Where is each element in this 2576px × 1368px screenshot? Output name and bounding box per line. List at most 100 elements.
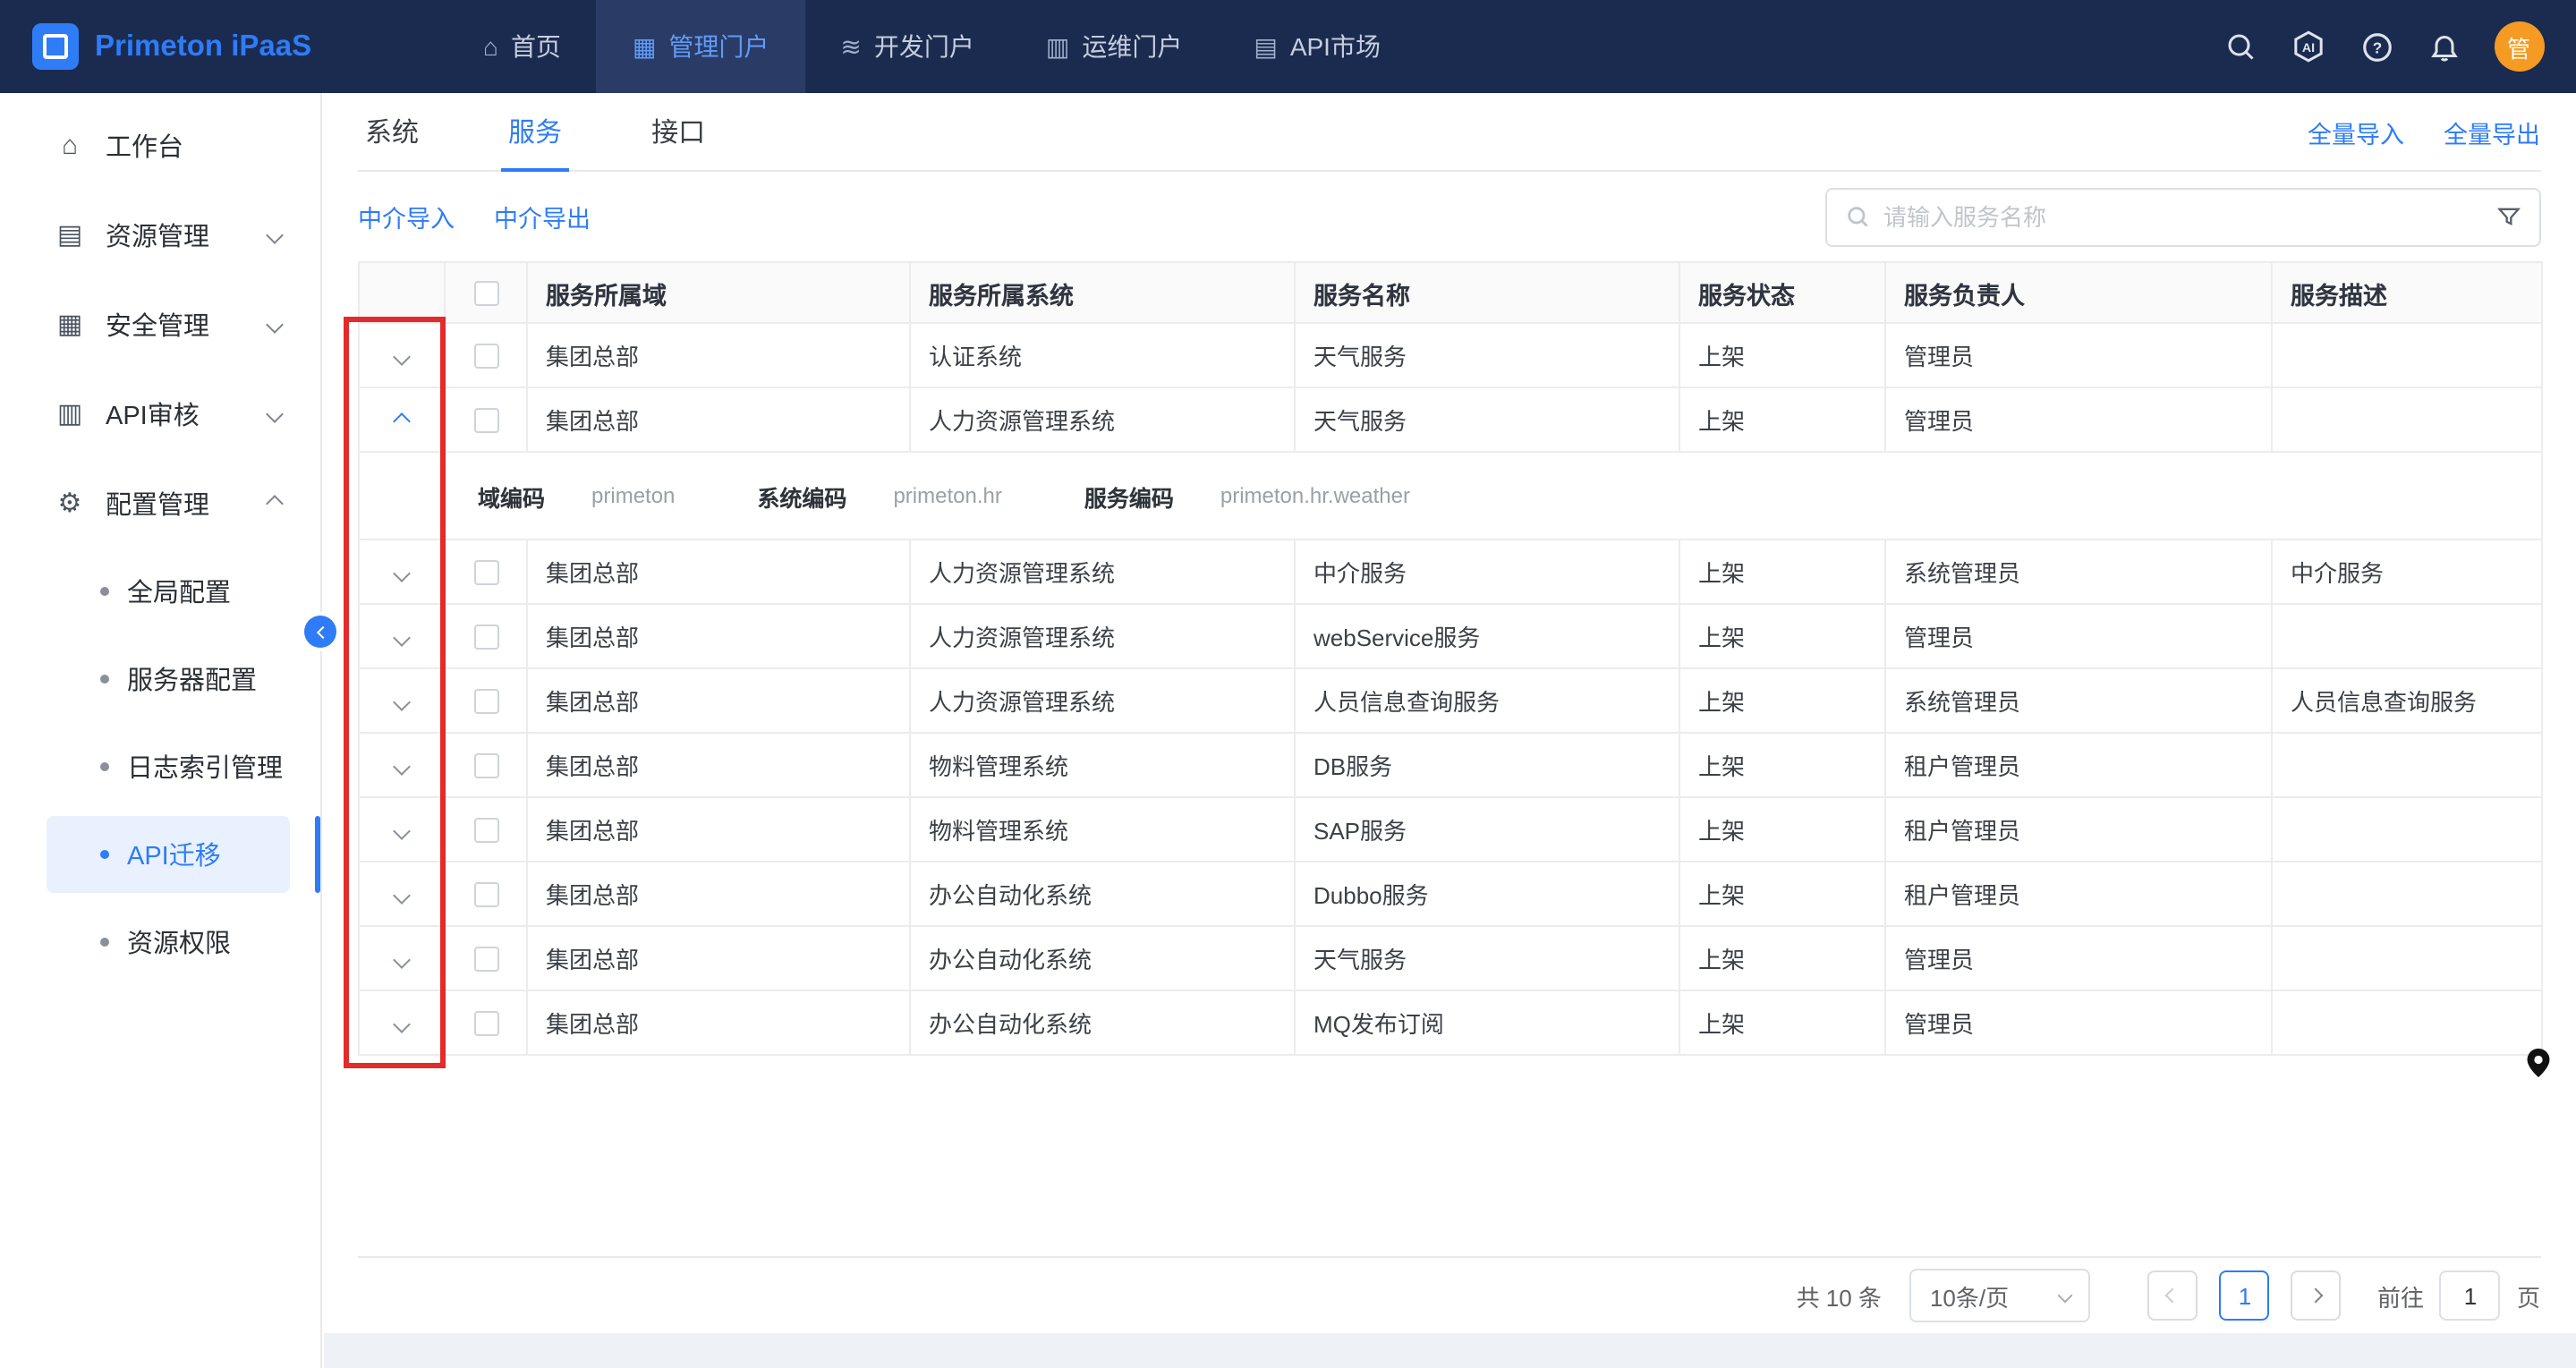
row-checkbox[interactable] xyxy=(473,625,498,650)
table-row: 集团总部 人力资源管理系统 webService服务 上架 管理员 xyxy=(359,604,2542,668)
select-all-checkbox[interactable] xyxy=(473,281,498,306)
sidebar-item-config-mgmt[interactable]: ⚙ 配置管理 xyxy=(0,458,320,548)
service-search-input[interactable] xyxy=(1883,203,2481,230)
tab-bar: 系统服务接口 全量导入 全量导出 xyxy=(358,93,2540,172)
cell-domain: 集团总部 xyxy=(527,323,910,387)
cell-system: 认证系统 xyxy=(910,323,1295,387)
sidebar-collapse-button[interactable] xyxy=(304,616,336,648)
brand: Primeton iPaaS xyxy=(0,0,447,93)
cell-name: MQ发布订阅 xyxy=(1295,990,1679,1055)
tab-system[interactable]: 系统 xyxy=(358,93,426,170)
goto-unit: 页 xyxy=(2517,1279,2540,1313)
chevron-down-icon xyxy=(393,629,411,647)
nav-item-admin-portal[interactable]: ▦ 管理门户 xyxy=(597,0,804,93)
table-row: 集团总部 办公自动化系统 天气服务 上架 管理员 xyxy=(359,926,2542,990)
row-expand-toggle[interactable] xyxy=(359,323,445,387)
detail-row: 域编码 primeton 系统编码 primeton.hr 服务编码 prime… xyxy=(359,452,2542,540)
header-domain: 服务所属域 xyxy=(527,262,910,323)
nav-item-dev-portal[interactable]: ≋ 开发门户 xyxy=(804,0,1009,93)
sidebar-item-security-mgmt[interactable]: ▦ 安全管理 xyxy=(0,279,320,369)
chevron-down-icon xyxy=(393,951,411,969)
sidebar-subitem-label: 全局配置 xyxy=(127,573,231,610)
broker-import-link[interactable]: 中介导入 xyxy=(358,199,455,234)
nav-item-label: 开发门户 xyxy=(874,29,974,64)
filter-icon[interactable] xyxy=(2495,204,2521,229)
table-row: 集团总部 办公自动化系统 MQ发布订阅 上架 管理员 xyxy=(359,990,2542,1055)
chevron-down-icon xyxy=(393,565,411,582)
detail-pair: 域编码 primeton xyxy=(478,479,675,513)
sidebar-subitem-label: API迁移 xyxy=(127,836,221,873)
row-expand-toggle[interactable] xyxy=(359,387,445,452)
page-size-select[interactable]: 10条/页 xyxy=(1910,1269,2091,1322)
search-icon[interactable] xyxy=(2223,30,2256,63)
cell-name: 人员信息查询服务 xyxy=(1295,668,1679,733)
row-expand-toggle[interactable] xyxy=(359,540,445,604)
row-expand-toggle[interactable] xyxy=(359,733,445,797)
row-checkbox[interactable] xyxy=(473,819,498,844)
cell-name: Dubbo服务 xyxy=(1295,862,1679,926)
nav-item-ops-portal[interactable]: ▥ 运维门户 xyxy=(1010,0,1218,93)
sidebar-subitem-server-config[interactable]: 服务器配置 xyxy=(0,635,320,723)
sidebar-item-label: 资源管理 xyxy=(106,216,209,253)
row-expand-toggle[interactable] xyxy=(359,604,445,668)
prev-page-button[interactable] xyxy=(2148,1270,2198,1321)
sidebar-item-resource-mgmt[interactable]: ▤ 资源管理 xyxy=(0,190,320,279)
row-expand-toggle[interactable] xyxy=(359,668,445,733)
row-checkbox[interactable] xyxy=(473,344,498,370)
cell-status: 上架 xyxy=(1679,733,1885,797)
cell-owner: 管理员 xyxy=(1885,990,2272,1055)
sidebar-subitem-resource-permission[interactable]: 资源权限 xyxy=(0,898,320,986)
sidebar-item-api-audit[interactable]: ▥ API审核 xyxy=(0,369,320,458)
tab-service[interactable]: 服务 xyxy=(501,93,569,170)
tab-interface[interactable]: 接口 xyxy=(644,93,712,170)
cell-status: 上架 xyxy=(1679,540,1885,604)
row-expand-toggle[interactable] xyxy=(359,862,445,926)
next-page-button[interactable] xyxy=(2291,1270,2342,1321)
row-checkbox[interactable] xyxy=(473,1012,498,1037)
help-icon[interactable]: ? xyxy=(2359,30,2393,64)
sidebar-subitem-api-migration[interactable]: API迁移 xyxy=(0,811,320,898)
sidebar-subitem-log-index-mgmt[interactable]: 日志索引管理 xyxy=(0,723,320,811)
detail-label: 系统编码 xyxy=(757,479,846,513)
goto-page-input[interactable] xyxy=(2440,1270,2501,1321)
row-expand-toggle[interactable] xyxy=(359,990,445,1055)
security-icon: ▦ xyxy=(54,308,86,340)
row-checkbox[interactable] xyxy=(473,947,498,973)
chevron-down-icon xyxy=(393,758,411,776)
cell-domain: 集团总部 xyxy=(527,990,910,1055)
sidebar-item-label: 配置管理 xyxy=(106,484,209,522)
config-icon: ⚙ xyxy=(54,487,86,519)
table-row: 集团总部 办公自动化系统 Dubbo服务 上架 租户管理员 xyxy=(359,862,2542,926)
row-checkbox[interactable] xyxy=(473,883,498,908)
page-number-1[interactable]: 1 xyxy=(2220,1270,2270,1321)
sidebar-subitem-label: 资源权限 xyxy=(127,923,231,961)
row-checkbox[interactable] xyxy=(473,561,498,586)
cell-desc xyxy=(2272,387,2542,452)
sidebar-item-workbench[interactable]: ⌂ 工作台 xyxy=(0,100,320,190)
export-all-link[interactable]: 全量导出 xyxy=(2444,114,2540,149)
services-table: 服务所属域 服务所属系统 服务名称 服务状态 服务负责人 服务描述 集团总部 认… xyxy=(358,261,2543,1056)
total-count: 共 10 条 xyxy=(1797,1279,1882,1313)
header-system: 服务所属系统 xyxy=(910,262,1295,323)
broker-export-link[interactable]: 中介导出 xyxy=(494,199,591,234)
row-expand-toggle[interactable] xyxy=(359,797,445,862)
import-all-link[interactable]: 全量导入 xyxy=(2308,114,2404,149)
cell-system: 办公自动化系统 xyxy=(910,926,1295,990)
chevron-down-icon xyxy=(266,315,284,333)
cell-domain: 集团总部 xyxy=(527,862,910,926)
bell-icon[interactable] xyxy=(2427,30,2460,63)
row-checkbox[interactable] xyxy=(473,690,498,715)
row-checkbox[interactable] xyxy=(473,754,498,779)
market-icon: ▤ xyxy=(1254,31,1277,62)
cell-desc xyxy=(2272,733,2542,797)
nav-item-label: 首页 xyxy=(511,29,561,64)
cell-name: 天气服务 xyxy=(1295,387,1679,452)
ai-assistant-icon[interactable]: AI xyxy=(2290,29,2325,64)
row-expand-toggle[interactable] xyxy=(359,926,445,990)
header-owner: 服务负责人 xyxy=(1885,262,2272,323)
nav-item-home[interactable]: ⌂ 首页 xyxy=(447,0,597,93)
sidebar-subitem-global-config[interactable]: 全局配置 xyxy=(0,548,320,635)
avatar[interactable]: 管 xyxy=(2494,21,2544,72)
row-checkbox[interactable] xyxy=(473,409,498,434)
nav-item-api-market[interactable]: ▤ API市场 xyxy=(1218,0,1416,93)
